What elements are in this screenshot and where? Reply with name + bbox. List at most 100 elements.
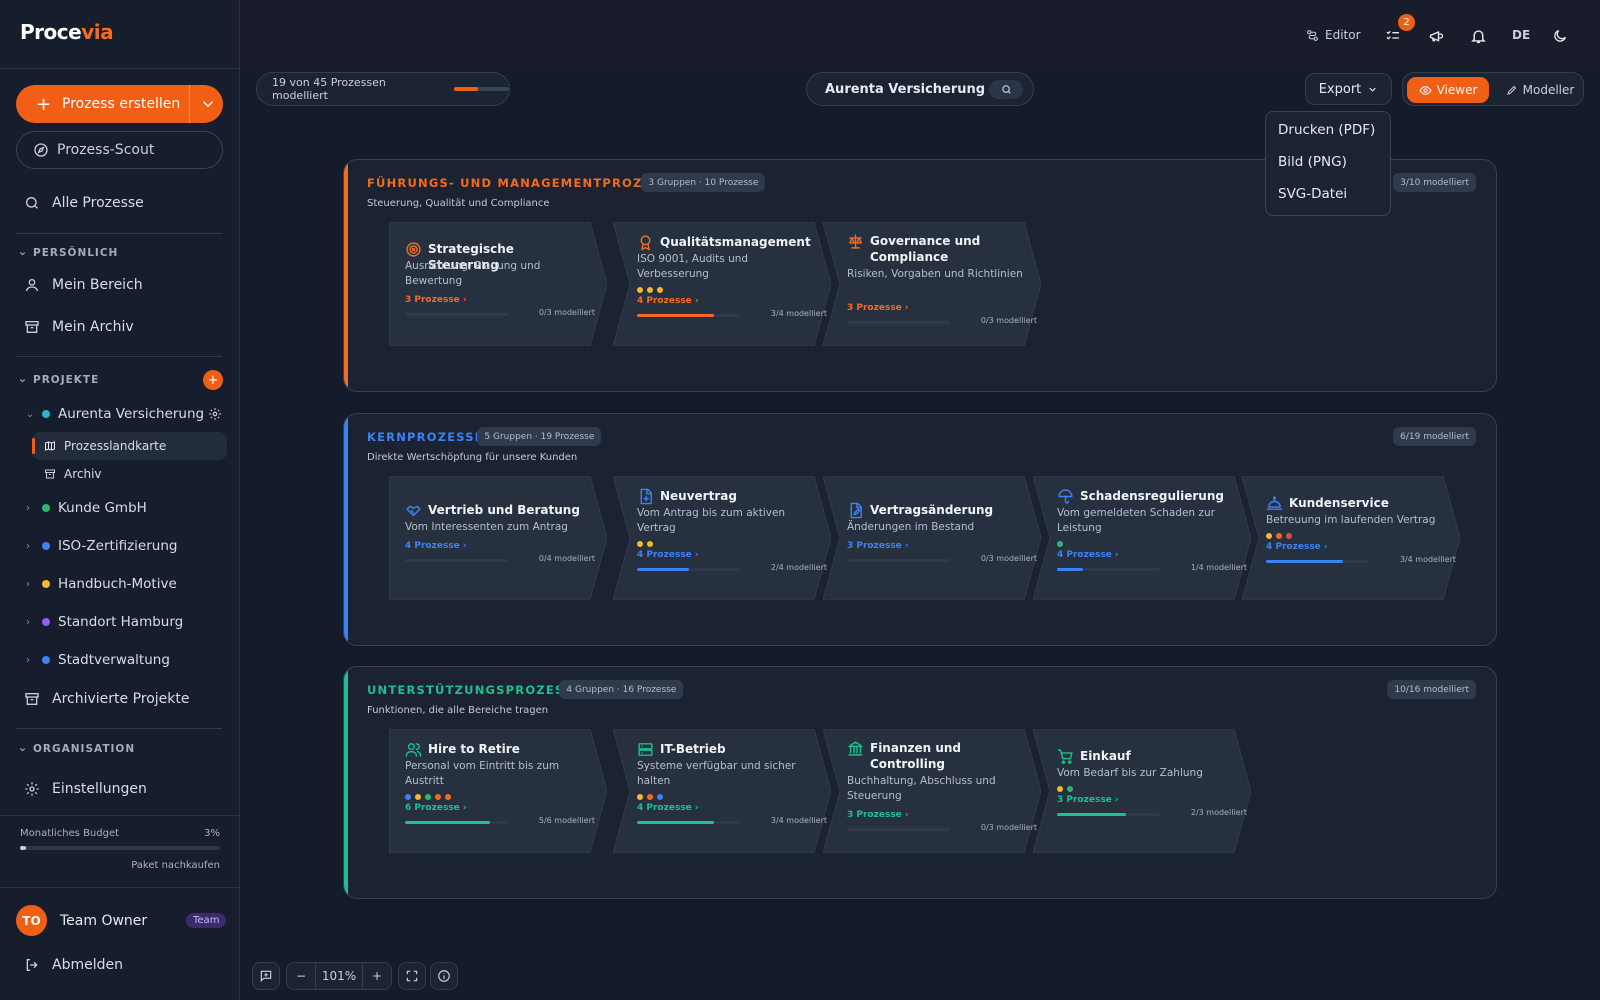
sub-nav-process-map-label[interactable]: Prozesslandkarte	[44, 439, 166, 453]
create-process-button[interactable]: + Prozess erstellen	[16, 85, 223, 123]
nav-my-area[interactable]: Mein Bereich	[24, 277, 143, 293]
section-personal[interactable]: PERSÖNLICH	[18, 247, 118, 259]
project-color-dot	[42, 504, 50, 512]
card-title-row: Governance und Compliance	[847, 233, 1027, 265]
process-group-card[interactable]: Einkauf Vom Bedarf bis zur Zahlung 3 Pro…	[1033, 729, 1251, 853]
status-dot	[647, 794, 653, 800]
eye-icon	[1419, 85, 1432, 95]
process-group-card[interactable]: Hire to Retire Personal vom Eintritt bis…	[389, 729, 607, 853]
nav-all-processes[interactable]: Alle Prozesse	[24, 195, 144, 211]
plus-icon: +	[36, 93, 52, 115]
process-scout-button[interactable]: Prozess-Scout	[16, 131, 223, 169]
modeller-mode-button[interactable]: Modeller	[1499, 77, 1581, 103]
process-group-card[interactable]: Neuvertrag Vom Antrag bis zum aktiven Ve…	[613, 476, 831, 600]
card-processes-link[interactable]: 3 Prozesse ›	[1057, 795, 1119, 805]
scale-icon	[849, 234, 862, 249]
card-title-row: Finanzen und Controlling	[847, 740, 1027, 772]
card-description: Buchhaltung, Abschluss und Steuerung	[847, 775, 996, 802]
add-project-button[interactable]: +	[203, 370, 223, 390]
card-processes-link[interactable]: 4 Prozesse ›	[637, 803, 699, 813]
export-menu-item-png[interactable]: Bild (PNG)	[1278, 154, 1347, 170]
project-handbuch[interactable]: › Handbuch-Motive	[26, 576, 177, 592]
logout-button[interactable]: Abmelden	[24, 957, 123, 973]
project-hamburg[interactable]: › Standort Hamburg	[26, 614, 183, 630]
logo[interactable]: Procevia	[20, 20, 114, 44]
card-processes-link[interactable]: 3 Prozesse ›	[405, 295, 467, 305]
card-description: ISO 9001, Audits und Verbesserung	[637, 253, 749, 280]
language-switcher[interactable]: DE	[1512, 28, 1530, 42]
card-progress-bar	[405, 821, 508, 824]
card-processes-link[interactable]: 4 Prozesse ›	[637, 550, 699, 560]
process-group-card[interactable]: Kundenservice Betreuung im laufenden Ver…	[1242, 476, 1460, 600]
chevron-down-icon	[19, 378, 26, 382]
card-processes-link[interactable]: 3 Prozesse ›	[847, 541, 909, 551]
process-group-card[interactable]: Schadensregulierung Vom gemeldeten Schad…	[1033, 476, 1251, 600]
status-dot	[647, 541, 653, 547]
process-group-card[interactable]: Strategische Steuerung Ausrichtung, Plan…	[389, 222, 607, 346]
modelling-progress-pill: 19 von 45 Prozessen modelliert	[256, 72, 510, 106]
zoom-level[interactable]: 101%	[316, 962, 362, 990]
export-menu-item-pdf[interactable]: Drucken (PDF)	[1278, 122, 1375, 138]
card-progress-fill	[637, 314, 714, 317]
card-processes-link[interactable]: 3 Prozesse ›	[847, 810, 909, 820]
process-group-card[interactable]: IT-Betrieb Systeme verfügbar und sicher …	[613, 729, 831, 853]
band-summary-chip: 5 Gruppen · 19 Prozesse	[477, 427, 602, 446]
project-iso[interactable]: › ISO-Zertifizierung	[26, 538, 177, 554]
nav-settings[interactable]: Einstellungen	[24, 781, 147, 797]
zoom-in-button[interactable]: +	[362, 962, 392, 990]
megaphone-icon[interactable]	[1428, 28, 1445, 44]
budget-widget: Monatliches Budget 3% Paket nachkaufen	[20, 828, 220, 871]
project-stadtverwaltung[interactable]: › Stadtverwaltung	[26, 652, 170, 668]
card-processes-link[interactable]: 4 Prozesse ›	[637, 296, 699, 306]
nav-archived-projects[interactable]: Archivierte Projekte	[24, 691, 190, 707]
card-modelled-count: 0/4 modelliert	[538, 554, 595, 563]
user-profile[interactable]: TO Team Owner	[16, 905, 147, 936]
status-dot	[415, 794, 421, 800]
project-color-dot	[42, 618, 50, 626]
gear-icon[interactable]	[208, 407, 222, 421]
status-dot	[637, 794, 643, 800]
search-button[interactable]	[989, 80, 1023, 99]
card-processes-link[interactable]: 4 Prozesse ›	[405, 541, 467, 551]
card-modelled-count: 2/3 modelliert	[1190, 808, 1247, 817]
nav-label: Mein Bereich	[52, 277, 143, 293]
comment-button[interactable]	[252, 962, 280, 990]
fit-screen-button[interactable]	[398, 962, 426, 990]
buy-more-link[interactable]: Paket nachkaufen	[20, 860, 220, 871]
sub-nav-archive[interactable]: Archiv	[44, 467, 102, 481]
editor-link[interactable]: Editor	[1306, 28, 1361, 42]
section-projects[interactable]: PROJEKTE	[18, 374, 99, 386]
active-indicator	[32, 438, 35, 454]
tasks-icon[interactable]	[1385, 28, 1401, 44]
status-dots	[1057, 786, 1077, 792]
comment-plus-icon	[260, 970, 272, 983]
viewer-mode-button[interactable]: Viewer	[1407, 77, 1489, 103]
export-button[interactable]: Export	[1305, 73, 1392, 105]
project-kunde[interactable]: › Kunde GmbH	[26, 500, 147, 516]
card-processes-link[interactable]: 4 Prozesse ›	[1266, 542, 1328, 552]
moon-icon[interactable]	[1552, 28, 1568, 44]
cart-icon	[1057, 749, 1073, 764]
chevron-down-icon[interactable]	[199, 95, 217, 113]
card-processes-link[interactable]: 6 Prozesse ›	[405, 803, 467, 813]
card-processes-link[interactable]: 4 Prozesse ›	[1057, 550, 1119, 560]
card-title: Kundenservice	[1289, 496, 1389, 510]
process-group-card[interactable]: Qualitätsmanagement ISO 9001, Audits und…	[613, 222, 831, 346]
export-menu-item-svg[interactable]: SVG-Datei	[1278, 186, 1347, 202]
card-progress-fill	[1266, 560, 1343, 563]
process-group-card[interactable]: Vertrieb und Beratung Vom Interessenten …	[389, 476, 607, 600]
section-organisation[interactable]: ORGANISATION	[18, 743, 135, 755]
project-aurenta[interactable]: ⌄ Aurenta Versicherung	[26, 406, 222, 422]
zoom-out-button[interactable]: −	[286, 962, 316, 990]
tenant-search[interactable]: Aurenta Versicherung AG	[806, 72, 1034, 106]
process-group-card[interactable]: Vertragsänderung Änderungen im Bestand 3…	[823, 476, 1041, 600]
process-group-card[interactable]: Finanzen und Controlling Buchhaltung, Ab…	[823, 729, 1041, 853]
process-group-card[interactable]: Governance und Compliance Risiken, Vorga…	[823, 222, 1041, 346]
card-processes-link[interactable]: 3 Prozesse ›	[847, 303, 909, 313]
nav-my-archive[interactable]: Mein Archiv	[24, 319, 134, 335]
bell-icon[interactable]	[1470, 27, 1487, 45]
info-button[interactable]	[430, 962, 458, 990]
chevron-right-icon: ›	[26, 578, 30, 590]
card-title-row: Neuvertrag	[637, 488, 817, 505]
band-title: KERNPROZESSE	[367, 430, 484, 444]
